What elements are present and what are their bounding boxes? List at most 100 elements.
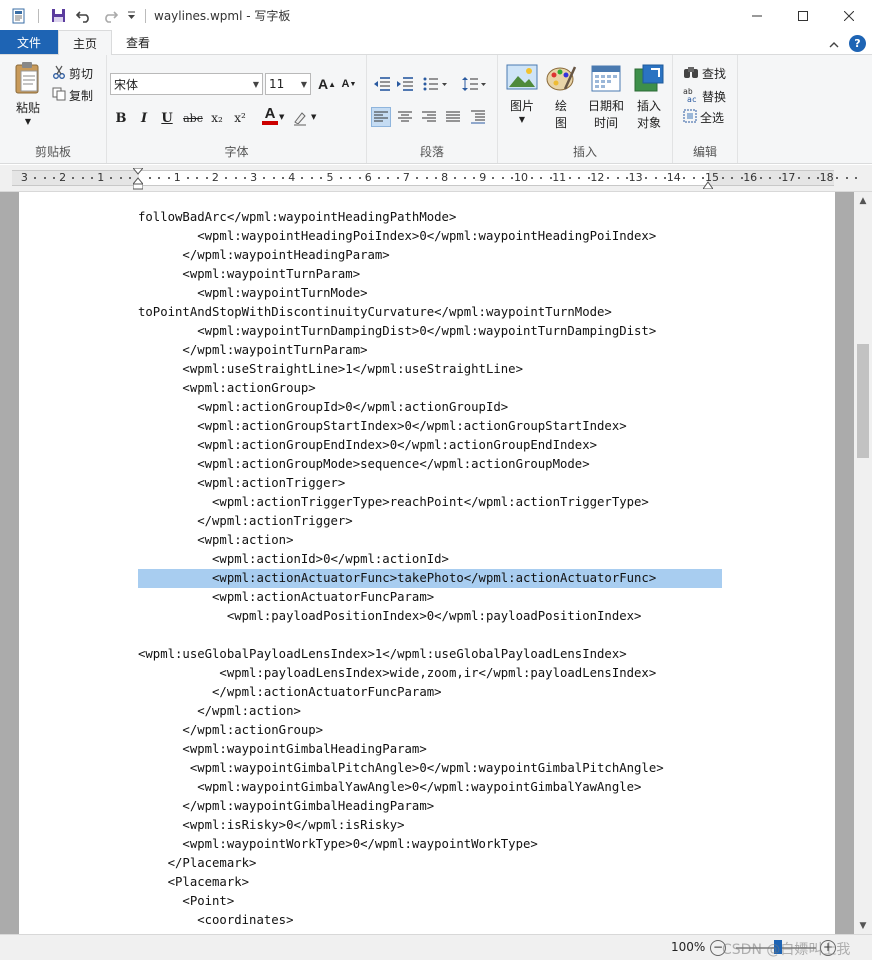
ruler-number: 7	[402, 171, 410, 184]
replace-button[interactable]: ab ac 替换	[683, 87, 726, 105]
tab-view[interactable]: 查看	[112, 30, 164, 54]
object-label-line2: 对象	[636, 116, 661, 130]
ruler-tick	[692, 177, 695, 179]
text-line: </wpml:actionTrigger>	[138, 514, 353, 528]
ruler-number: 9	[479, 171, 487, 184]
text-line: <wpml:actionGroupMode>sequence</wpml:act…	[138, 457, 590, 471]
find-button[interactable]: 查找	[683, 65, 726, 82]
text-line: <wpml:actionGroup>	[138, 381, 316, 395]
ruler-tick	[224, 177, 227, 179]
ruler-tick	[740, 177, 743, 179]
insert-object-button[interactable]: 插入 对象	[630, 63, 668, 132]
align-left-button[interactable]	[371, 107, 391, 127]
vertical-scrollbar[interactable]: ▲ ▼	[854, 192, 872, 934]
ruler-number: 5	[326, 171, 334, 184]
font-size-select[interactable]: 11 ▼	[265, 73, 311, 95]
text-line: </wpml:action>	[138, 704, 301, 718]
ruler-tick	[549, 177, 552, 179]
ruler-tick	[53, 177, 56, 179]
ruler-number: 1	[173, 171, 181, 184]
text-line: <coordinates>	[138, 913, 294, 927]
collapse-ribbon-icon[interactable]	[829, 37, 839, 51]
insert-object-icon	[633, 63, 665, 98]
increase-indent-icon[interactable]	[395, 74, 415, 94]
bullet-list-icon[interactable]	[421, 74, 449, 94]
ruler-number: 1	[97, 171, 105, 184]
chevron-down-icon: ▼	[252, 79, 260, 89]
text-line: </wpml:waypointHeadingParam>	[138, 248, 390, 262]
superscript-button[interactable]: x²	[230, 108, 250, 128]
indent-marker-icon[interactable]	[131, 167, 145, 193]
highlight-color-icon[interactable]	[290, 108, 310, 128]
chevron-down-icon: ▼	[518, 115, 526, 124]
ruler-tick	[158, 177, 161, 179]
font-family-select[interactable]: 宋体 ▼	[110, 73, 263, 95]
italic-button[interactable]: I	[134, 108, 154, 128]
document-page[interactable]: followBadArc</wpml:waypointHeadingPathMo…	[19, 192, 835, 934]
close-button[interactable]	[826, 0, 872, 31]
ruler-tick	[234, 177, 237, 179]
help-icon[interactable]: ?	[849, 35, 866, 52]
qat-separator	[145, 8, 146, 23]
chevron-down-icon: ▼	[300, 79, 308, 89]
tab-file[interactable]: 文件	[0, 30, 58, 54]
paragraph-settings-icon[interactable]	[468, 107, 488, 127]
replace-label: 替换	[702, 89, 727, 104]
align-center-button[interactable]	[395, 107, 415, 127]
redo-icon[interactable]	[99, 5, 121, 27]
minimize-button[interactable]	[734, 0, 780, 31]
line-spacing-icon[interactable]	[460, 74, 488, 94]
cut-label: 剪切	[69, 67, 94, 81]
chevron-down-icon[interactable]: ▼	[311, 113, 316, 121]
text-line: <Point>	[138, 894, 235, 908]
ruler-number: 14	[666, 171, 681, 184]
ruler[interactable]: 3 2 1 1 2 3 4 5 6 7 8 9 10 11 12 13 14 15 16 17 18	[0, 165, 872, 192]
maximize-button[interactable]	[780, 0, 826, 31]
paragraph-group-label: 段落	[419, 145, 444, 159]
text-line: </wpml:actionActuatorFuncParam>	[138, 685, 442, 699]
decrease-indent-icon[interactable]	[372, 74, 392, 94]
ruler-tick	[855, 177, 858, 179]
customize-qat-icon[interactable]	[125, 5, 137, 27]
bold-button[interactable]: B	[111, 108, 131, 128]
ruler-tick	[282, 177, 285, 179]
paint-drawing-button[interactable]: 绘 图	[544, 63, 578, 132]
ruler-tick	[110, 177, 113, 179]
scroll-thumb[interactable]	[857, 344, 869, 458]
scroll-up-icon[interactable]: ▲	[854, 192, 872, 209]
tab-home[interactable]: 主页	[58, 30, 113, 55]
shrink-font-icon[interactable]: A ▼	[339, 74, 359, 94]
ruler-tick	[33, 177, 36, 179]
undo-icon[interactable]	[73, 5, 95, 27]
subscript-button[interactable]: x₂	[207, 108, 227, 128]
grow-font-icon[interactable]: A ▲	[317, 74, 337, 94]
text-line: <wpml:isRisky>0</wpml:isRisky>	[138, 818, 405, 832]
select-all-button[interactable]: 全选	[683, 109, 724, 126]
strikethrough-button[interactable]: abc	[180, 108, 206, 128]
underline-button[interactable]: U	[157, 108, 177, 128]
ruler-tick	[358, 177, 361, 179]
text-line: <wpml:waypointGimbalPitchAngle>0</wpml:w…	[138, 761, 664, 775]
text-line: <wpml:waypointHeadingPoiIndex>0</wpml:wa…	[138, 229, 657, 243]
justify-button[interactable]	[443, 107, 463, 127]
right-indent-marker-icon[interactable]	[702, 178, 714, 192]
paste-button[interactable]: 粘贴 ▼	[8, 61, 48, 127]
ruler-tick	[578, 177, 581, 179]
datetime-button[interactable]: 日期和 时间	[584, 63, 628, 132]
insert-group: 图片 ▼ 绘 图 日期和 时间 插入 对象 插入	[498, 55, 673, 163]
ruler-tick	[425, 177, 428, 179]
ruler-number: 17	[781, 171, 796, 184]
chevron-down-icon[interactable]: ▼	[279, 113, 284, 121]
chevron-down-icon: ▼	[24, 117, 32, 126]
wordpad-app-icon[interactable]	[8, 5, 30, 27]
ruler-tick	[492, 177, 495, 179]
align-right-button[interactable]	[419, 107, 439, 127]
font-group-label: 字体	[224, 145, 249, 159]
copy-button[interactable]: 复制	[52, 87, 93, 104]
scroll-down-icon[interactable]: ▼	[854, 917, 872, 934]
save-icon[interactable]	[47, 5, 69, 27]
text-line: <wpml:waypointGimbalYawAngle>0</wpml:way…	[138, 780, 642, 794]
text-line: followBadArc</wpml:waypointHeadingPathMo…	[138, 210, 457, 224]
insert-picture-button[interactable]: 图片 ▼	[504, 63, 540, 125]
cut-button[interactable]: 剪切	[52, 65, 93, 82]
